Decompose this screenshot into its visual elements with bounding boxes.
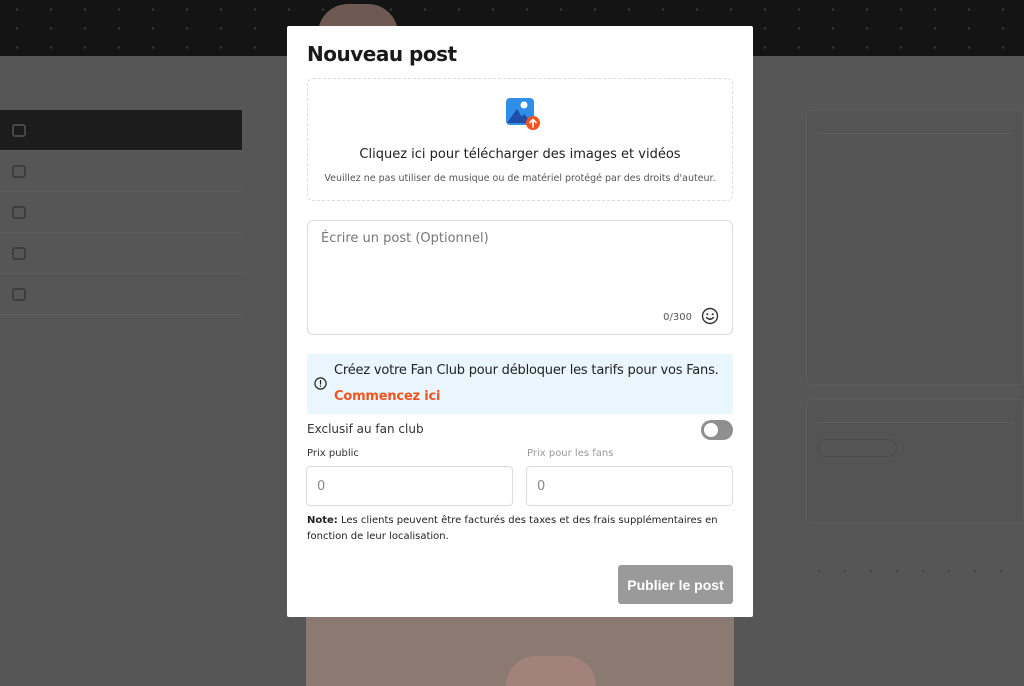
exclusive-fanclub-label: Exclusif au fan club [307,422,424,436]
character-counter: 0/300 [663,312,692,323]
background-sidebar [0,110,242,315]
exclusive-fanclub-toggle[interactable] [701,420,733,440]
fans-price-input[interactable] [526,466,733,506]
public-price-label: Prix public [307,448,359,459]
tax-note: Note: Les clients peuvent être facturés … [307,513,737,545]
background-details-card [806,110,1024,385]
background-sidebar-item [0,151,242,192]
publish-post-button[interactable]: Publier le post [618,565,733,604]
post-text-box: 0/300 [307,220,733,335]
new-post-modal: Nouveau post Cliquez ici pour télécharge… [287,26,753,617]
background-online-card [806,399,1024,523]
fans-price-label: Prix pour les fans [527,448,614,459]
upload-copyright-note: Veuillez ne pas utiliser de musique ou d… [324,173,716,184]
background-photo [306,616,734,686]
background-sidebar-item [0,274,242,315]
note-text: Les clients peuvent être facturés des ta… [307,515,718,542]
upload-title: Cliquez ici pour télécharger des images … [359,147,681,162]
note-prefix: Note: [307,515,338,526]
background-sidebar-item [0,110,242,151]
image-upload-icon [506,98,540,130]
modal-title: Nouveau post [307,42,457,66]
fanclub-banner: Créez votre Fan Club pour débloquer les … [307,354,733,414]
smiley-icon[interactable] [701,307,719,325]
info-icon [314,377,327,390]
background-profile-panel [806,110,1024,577]
fanclub-banner-text: Créez votre Fan Club pour débloquer les … [334,363,719,378]
media-upload-area[interactable]: Cliquez ici pour télécharger des images … [307,78,733,201]
start-fanclub-link[interactable]: Commencez ici [334,389,440,404]
background-sidebar-item [0,192,242,233]
public-price-input[interactable] [306,466,513,506]
toggle-knob [704,423,718,437]
background-sidebar-item [0,233,242,274]
